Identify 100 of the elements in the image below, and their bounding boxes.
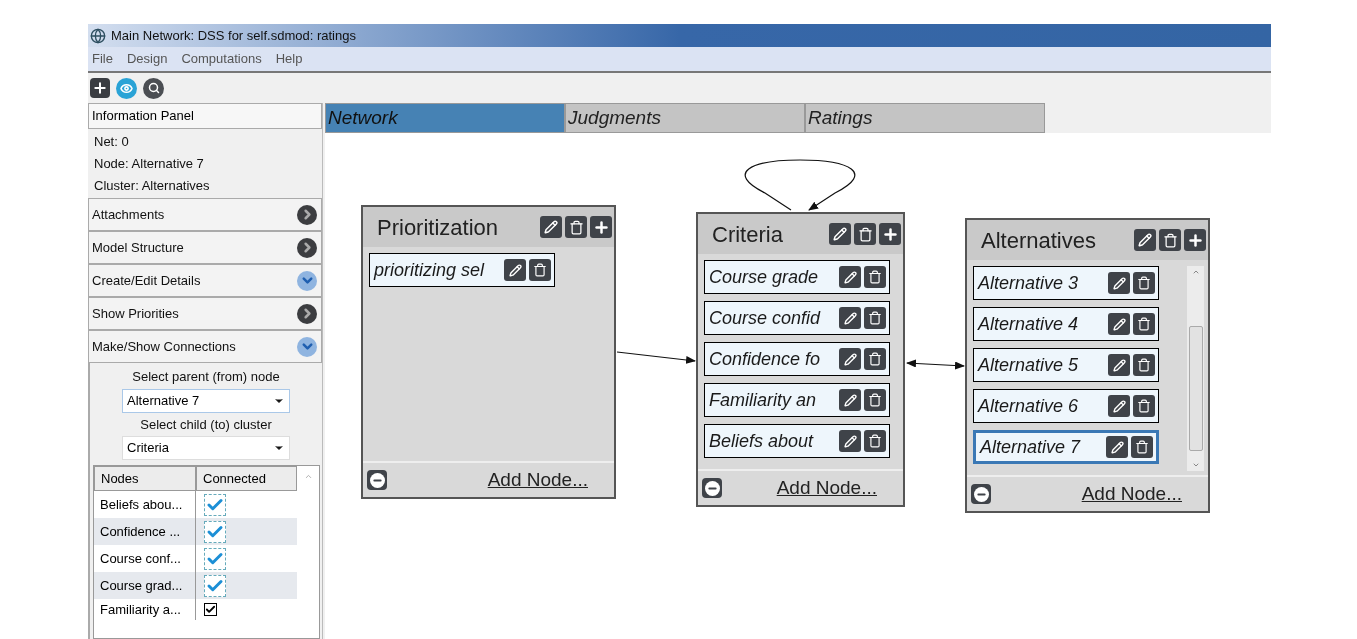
parent-dropdown[interactable]: Alternative 7 <box>122 388 290 413</box>
edit-button[interactable] <box>1108 272 1130 294</box>
node-card[interactable]: Alternative 3 <box>973 266 1159 300</box>
edit-button[interactable] <box>839 266 861 288</box>
add-node-link[interactable]: Add Node... <box>1081 479 1182 509</box>
edit-button[interactable] <box>1134 229 1156 251</box>
column-header[interactable]: Nodes <box>94 466 196 491</box>
delete-button[interactable] <box>565 216 587 238</box>
edit-button[interactable] <box>504 259 526 281</box>
pencil-icon <box>843 434 857 448</box>
scroll-down-icon <box>1191 461 1200 469</box>
pencil-icon <box>843 311 857 325</box>
remove-button[interactable] <box>702 478 722 498</box>
delete-button[interactable] <box>864 266 886 288</box>
menu-item[interactable]: File <box>92 49 113 69</box>
delete-button[interactable] <box>1133 395 1155 417</box>
add-node-link[interactable]: Add Node... <box>487 465 588 495</box>
checkbox[interactable] <box>204 547 226 570</box>
node-card[interactable]: prioritizing sel <box>369 253 555 287</box>
node-label: Familiarity an <box>709 388 818 412</box>
node-card[interactable]: Beliefs about <box>704 424 890 458</box>
field-label: Select child (to) cluster <box>140 415 272 434</box>
node-card[interactable]: Familiarity an <box>704 383 890 417</box>
remove-button[interactable] <box>367 470 387 490</box>
edit-button[interactable] <box>829 223 851 245</box>
pencil-icon <box>1112 276 1126 290</box>
checkbox[interactable] <box>204 574 226 597</box>
app-icon <box>90 27 106 44</box>
node-label: Beliefs about <box>709 429 815 453</box>
section-header[interactable]: Show Priorities <box>88 297 322 330</box>
tab[interactable]: Judgments <box>565 103 805 133</box>
delete-button[interactable] <box>1131 436 1153 458</box>
cluster-title: Prioritization <box>377 213 499 242</box>
node-card[interactable]: Course confid <box>704 301 890 335</box>
node-card[interactable]: Alternative 7 <box>973 430 1159 464</box>
edit-button[interactable] <box>839 307 861 329</box>
add-node-button[interactable] <box>879 223 901 245</box>
add-node-button[interactable] <box>1184 229 1206 251</box>
delete-button[interactable] <box>1133 354 1155 376</box>
delete-button[interactable] <box>864 348 886 370</box>
delete-button[interactable] <box>854 223 876 245</box>
trash-icon <box>868 434 882 448</box>
delete-button[interactable] <box>864 430 886 452</box>
cluster-title: Criteria <box>712 220 783 249</box>
tab[interactable]: Ratings <box>805 103 1045 133</box>
node-card[interactable]: Alternative 4 <box>973 307 1159 341</box>
trash-icon <box>868 311 882 325</box>
delete-button[interactable] <box>529 259 551 281</box>
delete-button[interactable] <box>1133 272 1155 294</box>
add-node-link[interactable]: Add Node... <box>776 473 877 503</box>
node-card[interactable]: Course grade <box>704 260 890 294</box>
node-card[interactable]: Alternative 6 <box>973 389 1159 423</box>
pencil-icon <box>1112 358 1126 372</box>
section-header[interactable]: Attachments <box>88 198 322 231</box>
menu-item[interactable]: Computations <box>181 49 262 69</box>
edit-button[interactable] <box>839 389 861 411</box>
remove-button[interactable] <box>971 484 991 504</box>
plus-icon <box>92 80 108 96</box>
search-button[interactable] <box>143 77 164 99</box>
edit-button[interactable] <box>839 348 861 370</box>
section-header[interactable]: Make/Show Connections <box>88 330 322 363</box>
node-label: Course confid <box>709 306 822 330</box>
view-button[interactable] <box>116 77 137 99</box>
edit-button[interactable] <box>540 216 562 238</box>
delete-button[interactable] <box>864 307 886 329</box>
window-title: Main Network: DSS for self.sdmod: ratings <box>111 26 356 45</box>
edit-button[interactable] <box>1108 313 1130 335</box>
column-header[interactable]: Connected <box>196 466 297 491</box>
delete-button[interactable] <box>864 389 886 411</box>
pencil-icon <box>843 352 857 366</box>
edit-button[interactable] <box>1108 354 1130 376</box>
trash-icon <box>857 226 873 242</box>
edit-button[interactable] <box>839 430 861 452</box>
child-dropdown[interactable]: Criteria <box>122 436 290 460</box>
pencil-icon <box>1112 399 1126 413</box>
scroll-thumb[interactable] <box>1188 326 1203 451</box>
tab[interactable]: Network <box>325 103 565 133</box>
scroll-up-icon <box>1191 268 1200 276</box>
trash-icon <box>568 219 584 235</box>
delete-button[interactable] <box>1133 313 1155 335</box>
section-header[interactable]: Model Structure <box>88 231 322 264</box>
info-line: Cluster: Alternatives <box>94 177 211 195</box>
checkbox[interactable] <box>204 493 226 516</box>
checkbox[interactable] <box>204 603 217 616</box>
node-card[interactable]: Confidence fo <box>704 342 890 376</box>
scrollbar[interactable] <box>1187 266 1204 471</box>
plus-icon <box>592 218 610 236</box>
edit-button[interactable] <box>1108 395 1130 417</box>
menu-item[interactable]: Design <box>126 49 168 69</box>
trash-icon <box>1137 358 1151 372</box>
add-button[interactable] <box>90 78 110 98</box>
node-card[interactable]: Alternative 5 <box>973 348 1159 382</box>
trash-icon <box>868 352 882 366</box>
edit-button[interactable] <box>1106 436 1128 458</box>
menu-item[interactable]: Help <box>275 49 303 69</box>
delete-button[interactable] <box>1159 229 1181 251</box>
add-node-button[interactable] <box>590 216 612 238</box>
checkbox[interactable] <box>204 520 226 543</box>
trash-icon <box>868 270 882 284</box>
section-header[interactable]: Create/Edit Details <box>88 264 322 297</box>
